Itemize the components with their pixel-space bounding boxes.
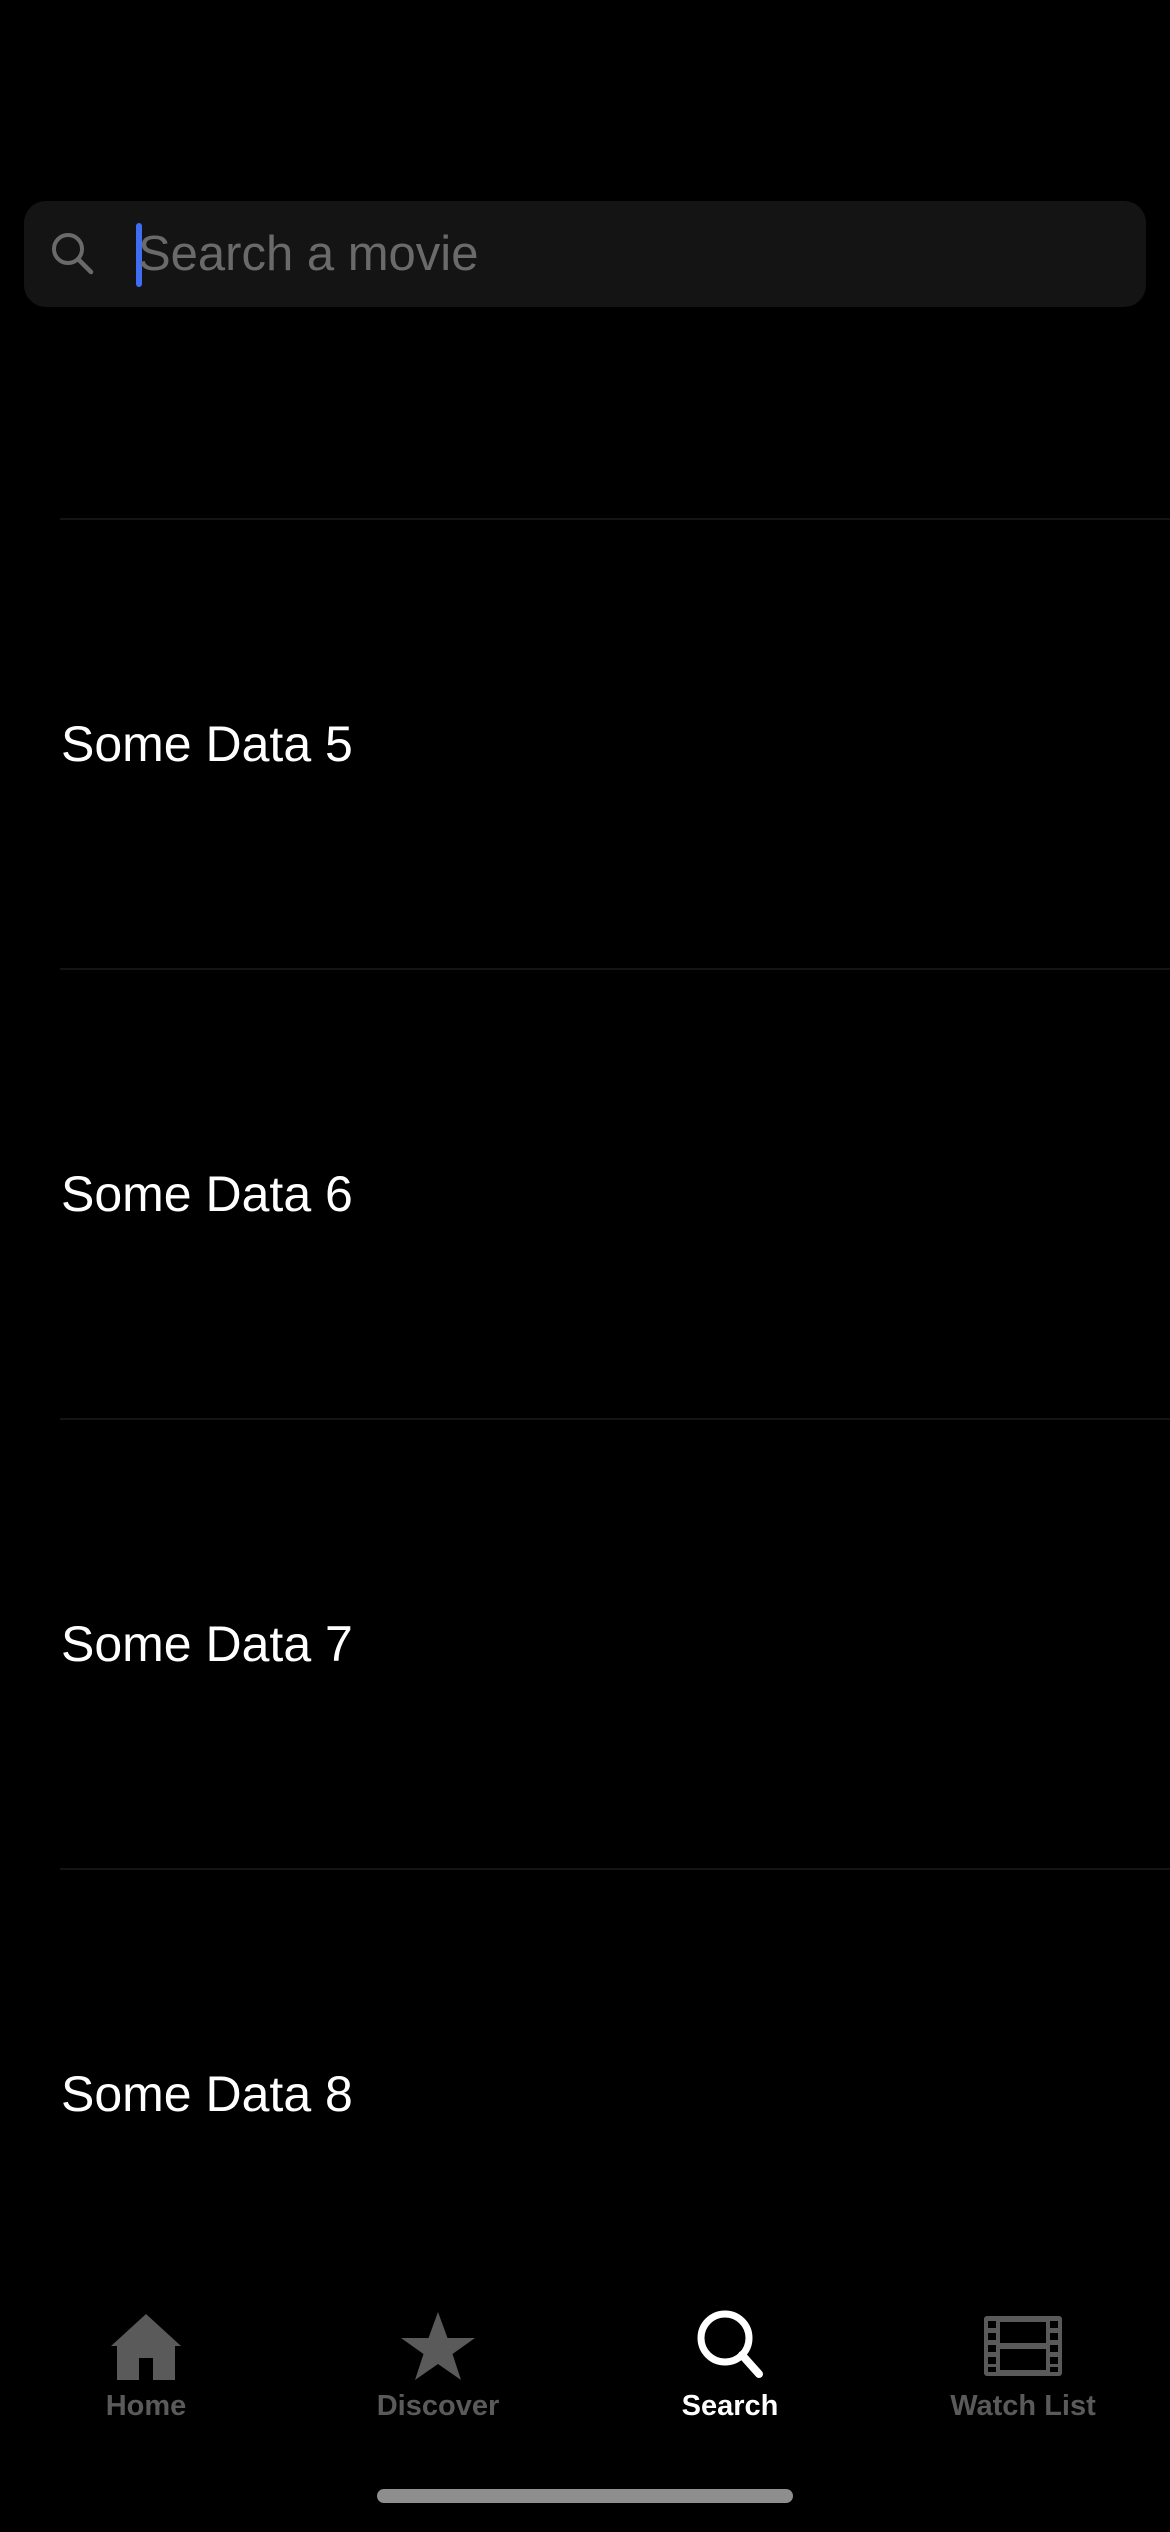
list-item-label: Some Data 7 bbox=[61, 1616, 353, 1672]
star-icon bbox=[401, 2312, 475, 2380]
search-icon bbox=[52, 233, 94, 275]
tab-watch-list[interactable]: Watch List bbox=[877, 2290, 1169, 2440]
tab-search[interactable]: Search bbox=[584, 2290, 876, 2440]
tab-discover[interactable]: Discover bbox=[292, 2290, 584, 2440]
list-item[interactable]: Some Data 7 bbox=[0, 1420, 1170, 1868]
home-indicator[interactable] bbox=[377, 2489, 793, 2503]
tab-search-label: Search bbox=[681, 2390, 779, 2422]
search-input[interactable] bbox=[138, 201, 1118, 307]
list-item[interactable]: Some Data 6 bbox=[0, 970, 1170, 1418]
list-item-label: Some Data 5 bbox=[61, 716, 353, 772]
list-item-label: Some Data 8 bbox=[61, 2066, 353, 2122]
list-item-label: Some Data 6 bbox=[61, 1166, 353, 1222]
tab-home-label: Home bbox=[105, 2390, 187, 2422]
tab-home[interactable]: Home bbox=[0, 2290, 292, 2440]
list-item[interactable]: Some Data 5 bbox=[0, 520, 1170, 968]
list-item[interactable]: Some Data 8 bbox=[0, 1870, 1170, 2318]
film-icon bbox=[984, 2316, 1062, 2376]
tab-bar: Home Discover Search Watch List bbox=[0, 2290, 1170, 2440]
tab-discover-label: Discover bbox=[376, 2390, 500, 2422]
magnifying-glass-icon bbox=[697, 2310, 763, 2378]
house-icon bbox=[111, 2314, 181, 2380]
tab-watch-list-label: Watch List bbox=[950, 2390, 1096, 2422]
search-bar[interactable] bbox=[24, 201, 1146, 307]
